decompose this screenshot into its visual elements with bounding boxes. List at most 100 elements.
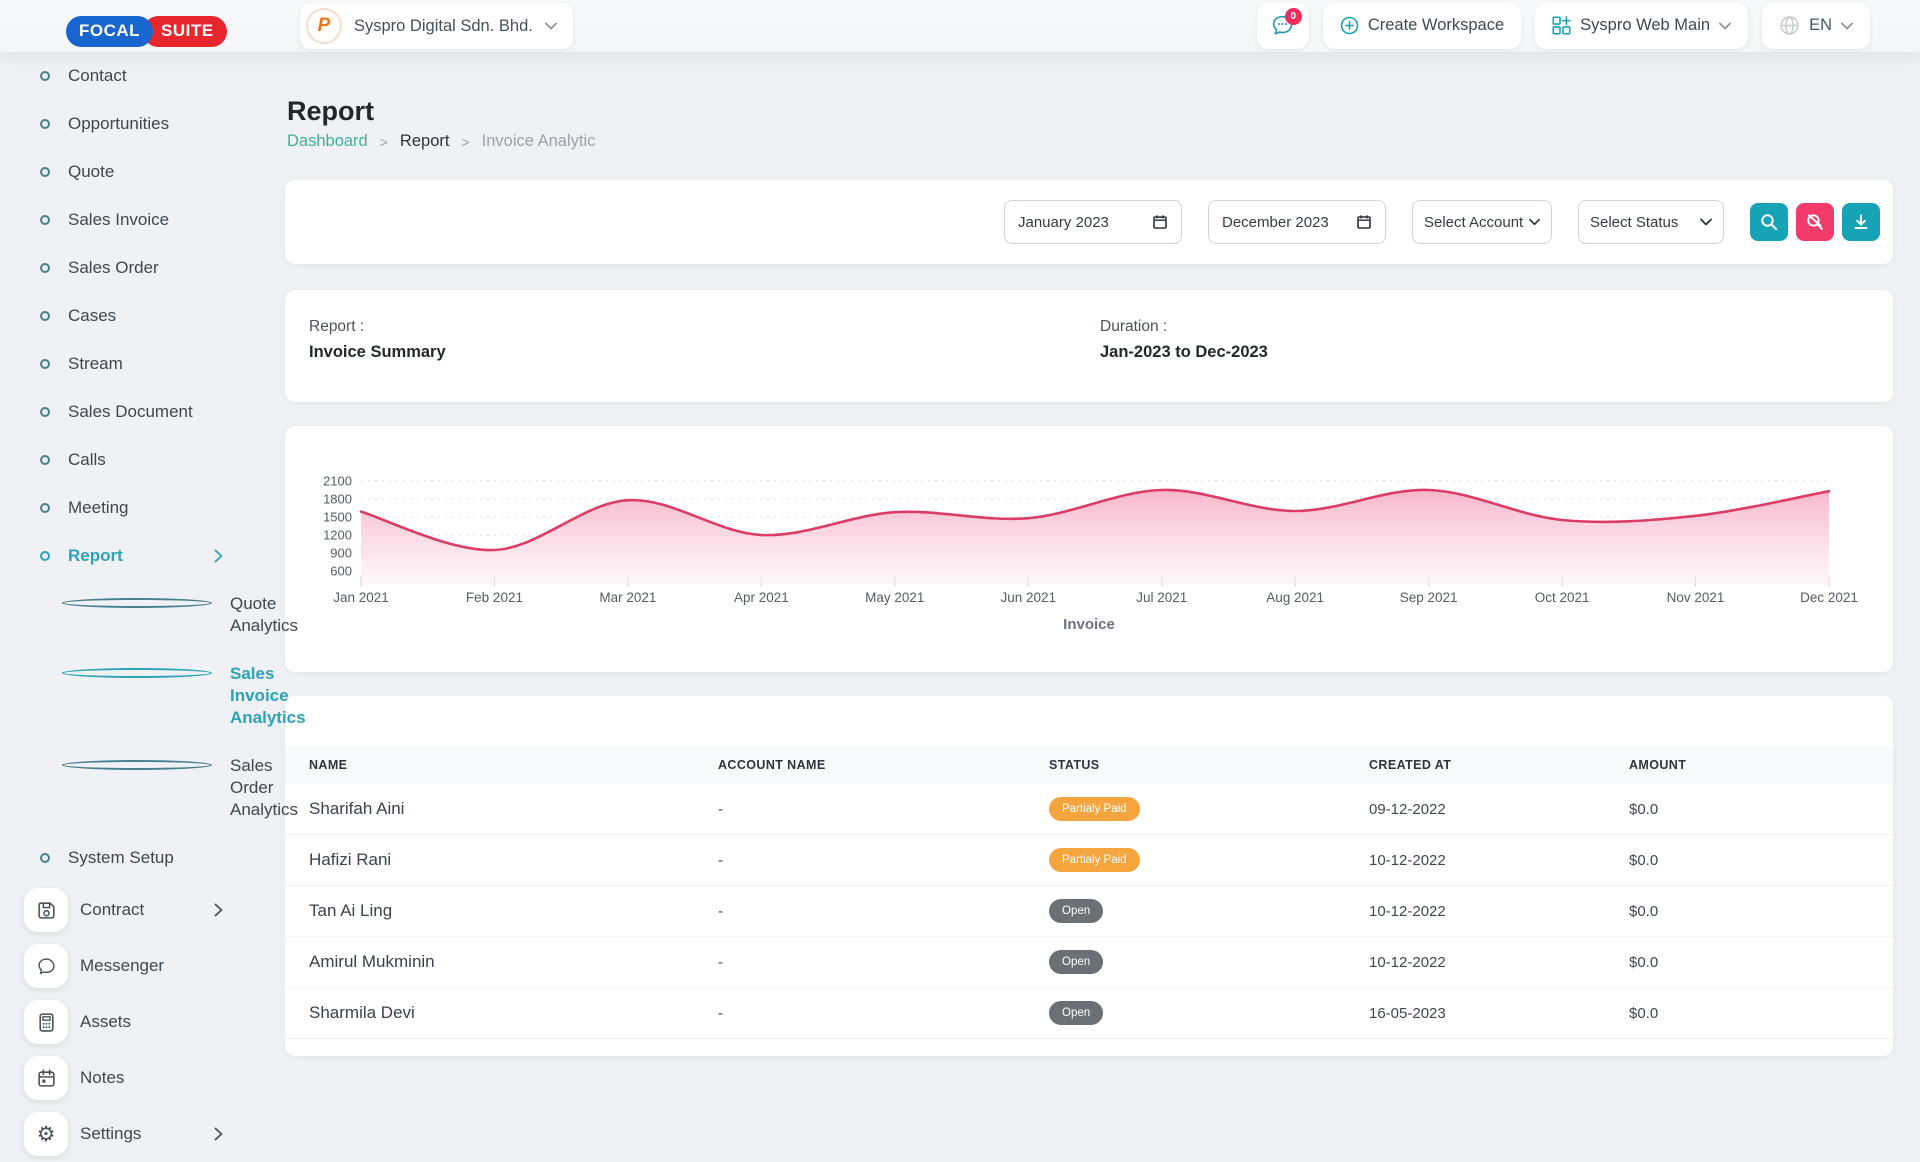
col-header-amount: AMOUNT <box>1629 746 1893 784</box>
sidebar-item-opportunities[interactable]: Opportunities <box>0 100 285 148</box>
invoice-area-chart: 6009001200150018002100Jan 2021Feb 2021Ma… <box>285 426 1893 611</box>
cell-amount: $0.0 <box>1629 937 1893 988</box>
sidebar-item-calls[interactable]: Calls <box>0 436 285 484</box>
sidebar-item-sales-order[interactable]: Sales Order <box>0 244 285 292</box>
cell-account-name: - <box>718 937 1049 988</box>
sidebar-item-settings[interactable]: ⚙ Settings <box>0 1106 285 1162</box>
col-header-name: NAME <box>285 746 718 784</box>
messages-button[interactable]: 0 <box>1257 2 1309 49</box>
account-select-value: Select Account <box>1424 214 1523 231</box>
start-date-input[interactable]: January 2023 <box>1004 200 1182 244</box>
cell-name: Sharmila Devi <box>285 988 718 1039</box>
language-selector[interactable]: EN <box>1762 2 1870 49</box>
app-selector[interactable]: Syspro Web Main <box>1535 2 1748 49</box>
sidebar-item-report[interactable]: Report <box>0 532 285 580</box>
bullet-icon <box>40 853 50 863</box>
filter-buttons <box>1750 203 1880 241</box>
sidebar-item-messenger[interactable]: Messenger <box>0 938 285 994</box>
bullet-icon <box>62 760 212 770</box>
sidebar-item-quote-analytics[interactable]: Quote Analytics <box>0 580 285 650</box>
sidebar-item-notes[interactable]: Notes <box>0 1050 285 1106</box>
sidebar-item-assets[interactable]: Assets <box>0 994 285 1050</box>
svg-text:Mar 2021: Mar 2021 <box>599 590 656 605</box>
workspace-name: Syspro Digital Sdn. Bhd. <box>354 17 533 36</box>
table-row[interactable]: Tan Ai Ling - Open 10-12-2022 $0.0 <box>285 886 1893 937</box>
duration-summary: Duration : Jan-2023 to Dec-2023 <box>1100 318 1268 362</box>
chart-x-axis-title: Invoice <box>285 616 1893 633</box>
sidebar-subitem-label: Sales Invoice Analytics <box>230 663 306 729</box>
bullet-icon <box>40 119 50 129</box>
sidebar-item-label: Settings <box>80 1124 141 1144</box>
bullet-icon <box>40 359 50 369</box>
breadcrumb-separator: > <box>380 134 388 150</box>
end-date-input[interactable]: December 2023 <box>1208 200 1386 244</box>
table-row[interactable]: Sharifah Aini - Partialy Paid 09-12-2022… <box>285 784 1893 835</box>
language-code: EN <box>1809 16 1832 35</box>
search-icon <box>1760 213 1778 231</box>
sidebar-item-sales-invoice-analytics[interactable]: Sales Invoice Analytics <box>0 650 285 742</box>
end-date-value: December 2023 <box>1222 214 1329 231</box>
sidebar-item-system-setup[interactable]: System Setup <box>0 834 285 882</box>
app-selector-label: Syspro Web Main <box>1580 16 1710 35</box>
create-workspace-label: Create Workspace <box>1368 16 1504 35</box>
sidebar-item-sales-order-analytics[interactable]: Sales Order Analytics <box>0 742 285 834</box>
calendar-icon[interactable] <box>1356 214 1372 230</box>
svg-text:1200: 1200 <box>323 528 352 543</box>
chevron-down-icon <box>1719 22 1731 30</box>
logo-focal: FOCAL <box>66 16 153 47</box>
cell-name: Tan Ai Ling <box>285 886 718 937</box>
sidebar-item-contract[interactable]: Contract <box>0 882 285 938</box>
sidebar-item-sales-document[interactable]: Sales Document <box>0 388 285 436</box>
bullet-icon <box>40 551 50 561</box>
clear-search-button[interactable] <box>1796 203 1834 241</box>
search-button[interactable] <box>1750 203 1788 241</box>
cell-account-name: - <box>718 988 1049 1039</box>
chevron-down-icon <box>1529 218 1540 226</box>
breadcrumb-dashboard[interactable]: Dashboard <box>287 132 368 151</box>
breadcrumb-report[interactable]: Report <box>400 132 450 151</box>
sidebar-item-sales-invoice[interactable]: Sales Invoice <box>0 196 285 244</box>
table-row[interactable]: Hafizi Rani - Partialy Paid 10-12-2022 $… <box>285 835 1893 886</box>
settings-tile: ⚙ <box>24 1112 68 1156</box>
sidebar-item-quote[interactable]: Quote <box>0 148 285 196</box>
bullet-icon <box>40 407 50 417</box>
sidebar-item-stream[interactable]: Stream <box>0 340 285 388</box>
bullet-icon <box>40 167 50 177</box>
start-date-value: January 2023 <box>1018 214 1109 231</box>
page-title: Report <box>287 96 374 127</box>
sidebar-item-label: Opportunities <box>68 114 169 134</box>
duration-value: Jan-2023 to Dec-2023 <box>1100 343 1268 362</box>
table-row[interactable]: Sharmila Devi - Open 16-05-2023 $0.0 <box>285 988 1893 1039</box>
svg-text:1800: 1800 <box>323 492 352 507</box>
assets-tile <box>24 1000 68 1044</box>
sidebar-item-label: Stream <box>68 354 123 374</box>
svg-text:Jul 2021: Jul 2021 <box>1136 590 1187 605</box>
calendar-icon[interactable] <box>1152 214 1168 230</box>
chevron-down-icon <box>1841 22 1853 30</box>
invoice-table: NAME ACCOUNT NAME STATUS CREATED AT AMOU… <box>285 746 1893 1039</box>
account-select[interactable]: Select Account <box>1412 200 1552 244</box>
globe-icon <box>1779 15 1800 36</box>
logo-suite: SUITE <box>143 16 227 47</box>
bullet-icon <box>40 503 50 513</box>
cell-created-at: 16-05-2023 <box>1369 988 1629 1039</box>
breadcrumb-invoice-analytic: Invoice Analytic <box>482 132 596 151</box>
status-select[interactable]: Select Status <box>1578 200 1724 244</box>
sidebar-item-contact[interactable]: Contact <box>0 52 285 100</box>
bullet-icon <box>40 215 50 225</box>
chevron-down-icon <box>1700 218 1712 226</box>
col-header-account-name: ACCOUNT NAME <box>718 746 1049 784</box>
sidebar-item-meeting[interactable]: Meeting <box>0 484 285 532</box>
sidebar-item-cases[interactable]: Cases <box>0 292 285 340</box>
download-icon <box>1852 213 1870 231</box>
cell-amount: $0.0 <box>1629 886 1893 937</box>
contract-tile <box>24 888 68 932</box>
search-off-icon <box>1806 213 1824 231</box>
breadcrumb: Dashboard > Report > Invoice Analytic <box>287 132 595 151</box>
create-workspace-button[interactable]: Create Workspace <box>1323 2 1521 49</box>
workspace-selector[interactable]: P Syspro Digital Sdn. Bhd. <box>300 3 573 49</box>
download-button[interactable] <box>1842 203 1880 241</box>
table-row[interactable]: Amirul Mukminin - Open 10-12-2022 $0.0 <box>285 937 1893 988</box>
svg-text:600: 600 <box>330 564 352 579</box>
svg-text:Sep 2021: Sep 2021 <box>1400 590 1458 605</box>
